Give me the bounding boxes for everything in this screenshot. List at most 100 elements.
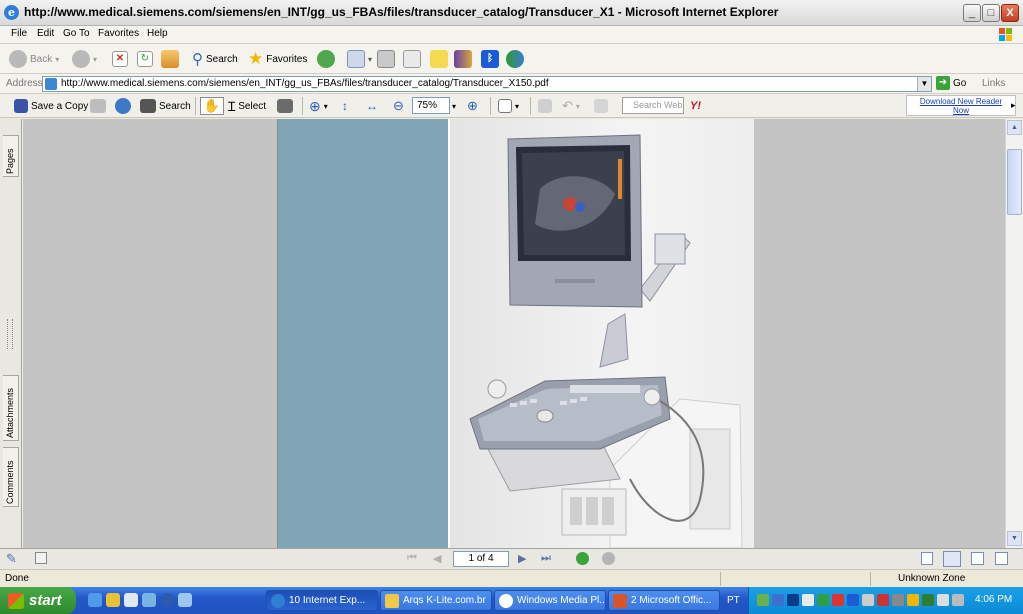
attach-icon[interactable]: ✎	[6, 551, 17, 567]
taskbar-item-office[interactable]: 2 Microsoft Offic...	[608, 590, 720, 611]
last-page-button[interactable]: ⏭	[541, 552, 551, 565]
mail-button[interactable]: ▾	[347, 48, 372, 70]
search-button[interactable]: ⚲ Search	[192, 48, 238, 70]
back-button[interactable]: Back ▾	[9, 48, 59, 70]
printer-icon	[377, 50, 395, 68]
discuss-button[interactable]	[430, 48, 448, 70]
bluetooth-icon[interactable]	[847, 594, 859, 606]
note-icon	[430, 50, 448, 68]
tray-icon[interactable]	[907, 594, 919, 606]
home-button[interactable]	[161, 48, 179, 70]
text-cursor-icon: Ɪ	[228, 99, 236, 114]
continuous-facing-view-icon[interactable]	[995, 552, 1008, 565]
yahoo-button[interactable]: Y!	[690, 97, 701, 115]
quick-launch-media-icon[interactable]	[160, 593, 174, 607]
quick-launch-desktop-icon[interactable]	[106, 593, 120, 607]
quick-launch-messenger-icon[interactable]	[178, 593, 192, 607]
pane-resize-handle[interactable]	[7, 319, 13, 349]
search-pdf-button[interactable]: Search	[140, 97, 191, 115]
taskbar-item-folder[interactable]: Arqs K-Lite.com.br	[380, 590, 492, 611]
taskbar-item-media-player[interactable]: Windows Media Pl...	[494, 590, 606, 611]
next-page-button[interactable]: ▶	[518, 552, 526, 565]
address-input[interactable]: http://www.medical.siemens.com/siemens/e…	[42, 76, 932, 92]
email-pdf-button[interactable]	[115, 97, 131, 115]
scroll-up-button[interactable]: ▲	[1007, 120, 1022, 135]
previous-page-button[interactable]: ◀	[433, 552, 441, 565]
favorites-button[interactable]: ★ Favorites	[248, 48, 307, 70]
menu-go-to[interactable]: Go To	[63, 28, 90, 39]
edit-button[interactable]	[403, 48, 421, 70]
tray-icon[interactable]	[802, 594, 814, 606]
select-tool-button[interactable]: Ɪ Select	[228, 97, 266, 115]
taskbar-item-internet-explorer[interactable]: 10 Internet Exp...	[266, 590, 378, 611]
fit-width-button[interactable]: ↔	[366, 97, 378, 115]
zoom-dropdown-button[interactable]: ▾	[452, 97, 456, 115]
menu-help[interactable]: Help	[147, 28, 168, 39]
messenger-button[interactable]	[506, 48, 524, 70]
vertical-scrollbar[interactable]: ▲ ▼	[1005, 119, 1023, 548]
hand-tool-button[interactable]: ✋	[200, 97, 224, 115]
tray-icon[interactable]	[817, 594, 829, 606]
language-indicator[interactable]: PT	[727, 595, 740, 606]
scroll-down-button[interactable]: ▼	[1007, 531, 1022, 546]
tray-icon[interactable]	[892, 594, 904, 606]
tab-pages[interactable]: Pages	[3, 135, 19, 177]
tray-icon[interactable]	[937, 594, 949, 606]
undo-button[interactable]: ↶ ▾	[562, 97, 580, 115]
tab-attachments[interactable]: Attachments	[3, 375, 19, 441]
menu-file[interactable]: File	[11, 28, 27, 39]
page-layout-button[interactable]: ▾	[498, 97, 519, 115]
menu-favorites[interactable]: Favorites	[98, 28, 139, 39]
previous-view-icon[interactable]	[576, 552, 589, 565]
copy-button[interactable]	[594, 97, 608, 115]
start-button[interactable]: start	[0, 587, 76, 614]
snapshot-button[interactable]	[277, 97, 293, 115]
print-pdf-button[interactable]	[90, 97, 106, 115]
quick-launch-explorer-icon[interactable]	[142, 593, 156, 607]
tray-icon[interactable]	[862, 594, 874, 606]
bluetooth-button[interactable]: ᛒ	[481, 48, 499, 70]
single-page-view-icon[interactable]	[921, 552, 933, 565]
tray-icon[interactable]	[787, 594, 799, 606]
zoom-level-field[interactable]: 75%	[412, 97, 450, 114]
print-button[interactable]	[377, 48, 395, 70]
download-reader-link[interactable]: Download New Reader Now	[906, 95, 1016, 116]
tray-icon[interactable]	[757, 594, 769, 606]
rotate-button[interactable]	[538, 97, 552, 115]
tray-icon[interactable]	[877, 594, 889, 606]
facing-view-icon[interactable]	[971, 552, 984, 565]
save-copy-button[interactable]: Save a Copy	[14, 97, 88, 115]
address-url: http://www.medical.siemens.com/siemens/e…	[61, 78, 549, 89]
history-button[interactable]	[317, 48, 335, 70]
tray-icon[interactable]	[922, 594, 934, 606]
maximize-button[interactable]: □	[982, 4, 1000, 22]
go-button[interactable]: ➜ Go	[936, 76, 966, 90]
close-button[interactable]: X	[1001, 4, 1019, 22]
zoom-in-tool-button[interactable]: ⊕ ▾	[309, 97, 328, 115]
search-web-input[interactable]: Search Web	[622, 97, 684, 114]
forward-button[interactable]: ▾	[72, 48, 97, 70]
address-dropdown-button[interactable]: ▼	[917, 77, 931, 91]
research-button[interactable]	[454, 48, 472, 70]
page-number-field[interactable]: 1 of 4	[453, 551, 509, 567]
document-icon[interactable]	[35, 552, 47, 564]
first-page-button[interactable]: ⏮	[407, 552, 417, 565]
zoom-in-button[interactable]: ⊕	[467, 97, 478, 115]
menu-edit[interactable]: Edit	[37, 28, 54, 39]
minimize-button[interactable]: _	[963, 4, 981, 22]
toolbar-scroll-right-icon[interactable]: ▸	[1011, 100, 1016, 111]
scroll-thumb[interactable]	[1007, 149, 1022, 215]
next-view-icon[interactable]	[602, 552, 615, 565]
quick-launch-ie-icon[interactable]	[88, 593, 102, 607]
tab-comments[interactable]: Comments	[3, 447, 19, 507]
tray-icon[interactable]	[772, 594, 784, 606]
links-button[interactable]: Links	[982, 78, 1005, 89]
zoom-out-button[interactable]: ⊖	[393, 97, 404, 115]
continuous-view-icon[interactable]	[943, 551, 961, 567]
stop-button[interactable]: ✕	[112, 48, 128, 70]
volume-icon[interactable]	[952, 594, 964, 606]
refresh-button[interactable]: ↻	[137, 48, 153, 70]
actual-size-button[interactable]: ↕	[342, 97, 348, 115]
quick-launch-notepad-icon[interactable]	[124, 593, 138, 607]
tray-icon[interactable]	[832, 594, 844, 606]
